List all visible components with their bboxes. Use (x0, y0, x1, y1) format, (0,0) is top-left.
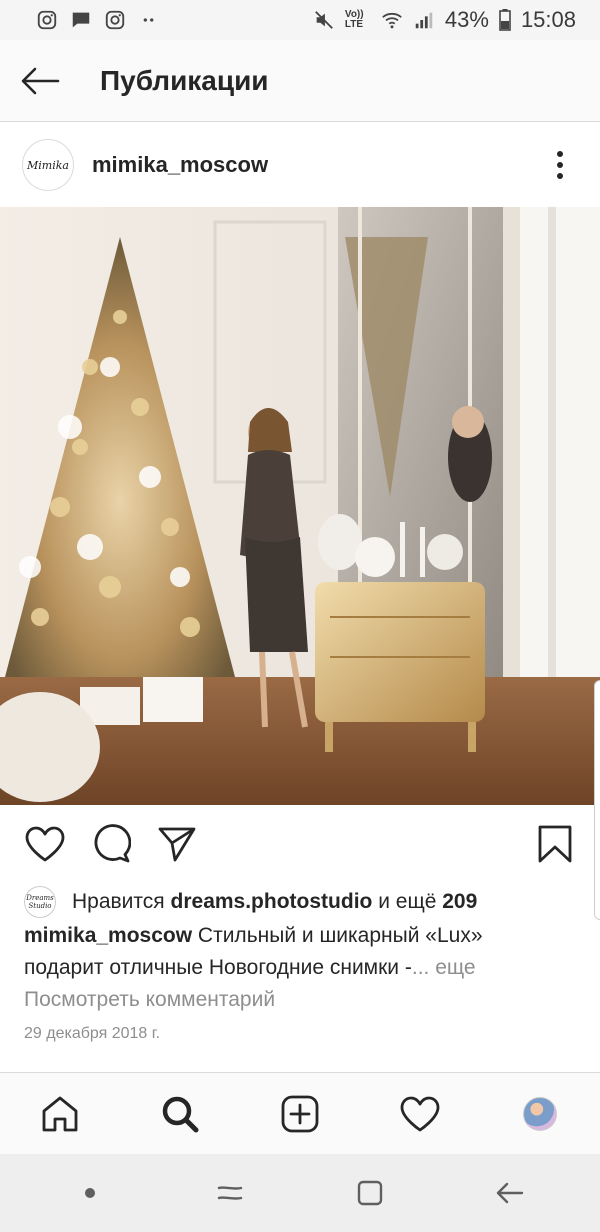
share-icon (158, 827, 196, 862)
likes-row[interactable]: Dreams Studio Нравится dreams.photostudi… (24, 882, 477, 922)
caption-more-link[interactable]: ... еще (412, 956, 476, 979)
add-icon (281, 1095, 319, 1132)
bookmark-icon (538, 825, 572, 863)
mute-icon (314, 11, 333, 29)
system-nav-bar (0, 1154, 600, 1232)
dot-icon (85, 1188, 95, 1198)
volte-label: Vo)) LTE (344, 9, 364, 30)
instagram-icon (105, 10, 125, 30)
nav-add[interactable] (270, 1084, 330, 1144)
post-actions (0, 806, 600, 882)
photo (0, 207, 600, 805)
home-square-icon (357, 1180, 383, 1206)
liker-username[interactable]: dreams.photostudio (171, 890, 373, 914)
scroll-edge-indicator (594, 680, 600, 920)
comment-button[interactable] (88, 821, 134, 867)
instagram-icon (37, 10, 57, 30)
likes-prefix: Нравится (72, 890, 165, 913)
bookmark-button[interactable] (532, 821, 578, 867)
like-button[interactable] (22, 821, 68, 867)
nav-activity[interactable] (390, 1084, 450, 1144)
home-icon (42, 1096, 78, 1131)
recents-button[interactable] (200, 1163, 260, 1223)
likes-count[interactable]: 209 (442, 890, 477, 914)
signal-icon (415, 12, 433, 29)
liker-avatar: Dreams Studio (24, 886, 56, 918)
likes-middle: и ещё (378, 890, 437, 913)
status-right: Vo)) LTE 43% 15:08 (313, 7, 576, 33)
message-icon (72, 12, 90, 28)
heart-icon (25, 826, 65, 862)
nav-search[interactable] (150, 1084, 210, 1144)
post-header: Mimika mimika_moscow (0, 123, 600, 207)
back-arrow-icon (21, 67, 60, 94)
more-dots-icon (143, 18, 154, 22)
battery-percent: 43% (444, 7, 489, 32)
wifi-icon (382, 12, 402, 29)
battery-icon (499, 9, 511, 31)
avatar-logo-text: Mimika (27, 158, 69, 172)
profile-icon (523, 1096, 557, 1131)
clock: 15:08 (520, 7, 576, 32)
author-avatar[interactable]: Mimika (22, 139, 74, 191)
caption-author[interactable]: mimika_moscow (24, 924, 192, 947)
post-username[interactable]: mimika_moscow (92, 152, 268, 178)
assistant-dot-button[interactable] (60, 1163, 120, 1223)
share-button[interactable] (154, 821, 200, 867)
status-left-icons (36, 9, 160, 31)
view-comments-link[interactable]: Посмотреть комментарий (24, 988, 275, 1012)
nav-profile[interactable] (510, 1084, 570, 1144)
bottom-nav (0, 1072, 600, 1154)
system-back-button[interactable] (480, 1163, 540, 1223)
nav-home[interactable] (30, 1084, 90, 1144)
post-date: 29 декабря 2018 г. (24, 1025, 161, 1042)
comment-icon (94, 824, 131, 863)
search-icon (162, 1096, 199, 1132)
back-button[interactable] (0, 40, 80, 122)
page-title: Публикации (100, 64, 269, 96)
recents-icon (217, 1186, 243, 1200)
activity-icon (400, 1096, 440, 1131)
post-options-button[interactable] (520, 123, 600, 207)
liker-avatar-text: Dreams Studio (26, 894, 54, 910)
back-icon (496, 1182, 524, 1204)
home-button[interactable] (340, 1163, 400, 1223)
vertical-dots-icon (557, 151, 563, 179)
status-bar: Vo)) LTE 43% 15:08 (0, 0, 600, 40)
app-header: Публикации (0, 40, 600, 122)
post-caption: mimika_moscow Стильный и шикарный «Lux» … (24, 920, 564, 984)
post-photo[interactable] (0, 207, 600, 805)
